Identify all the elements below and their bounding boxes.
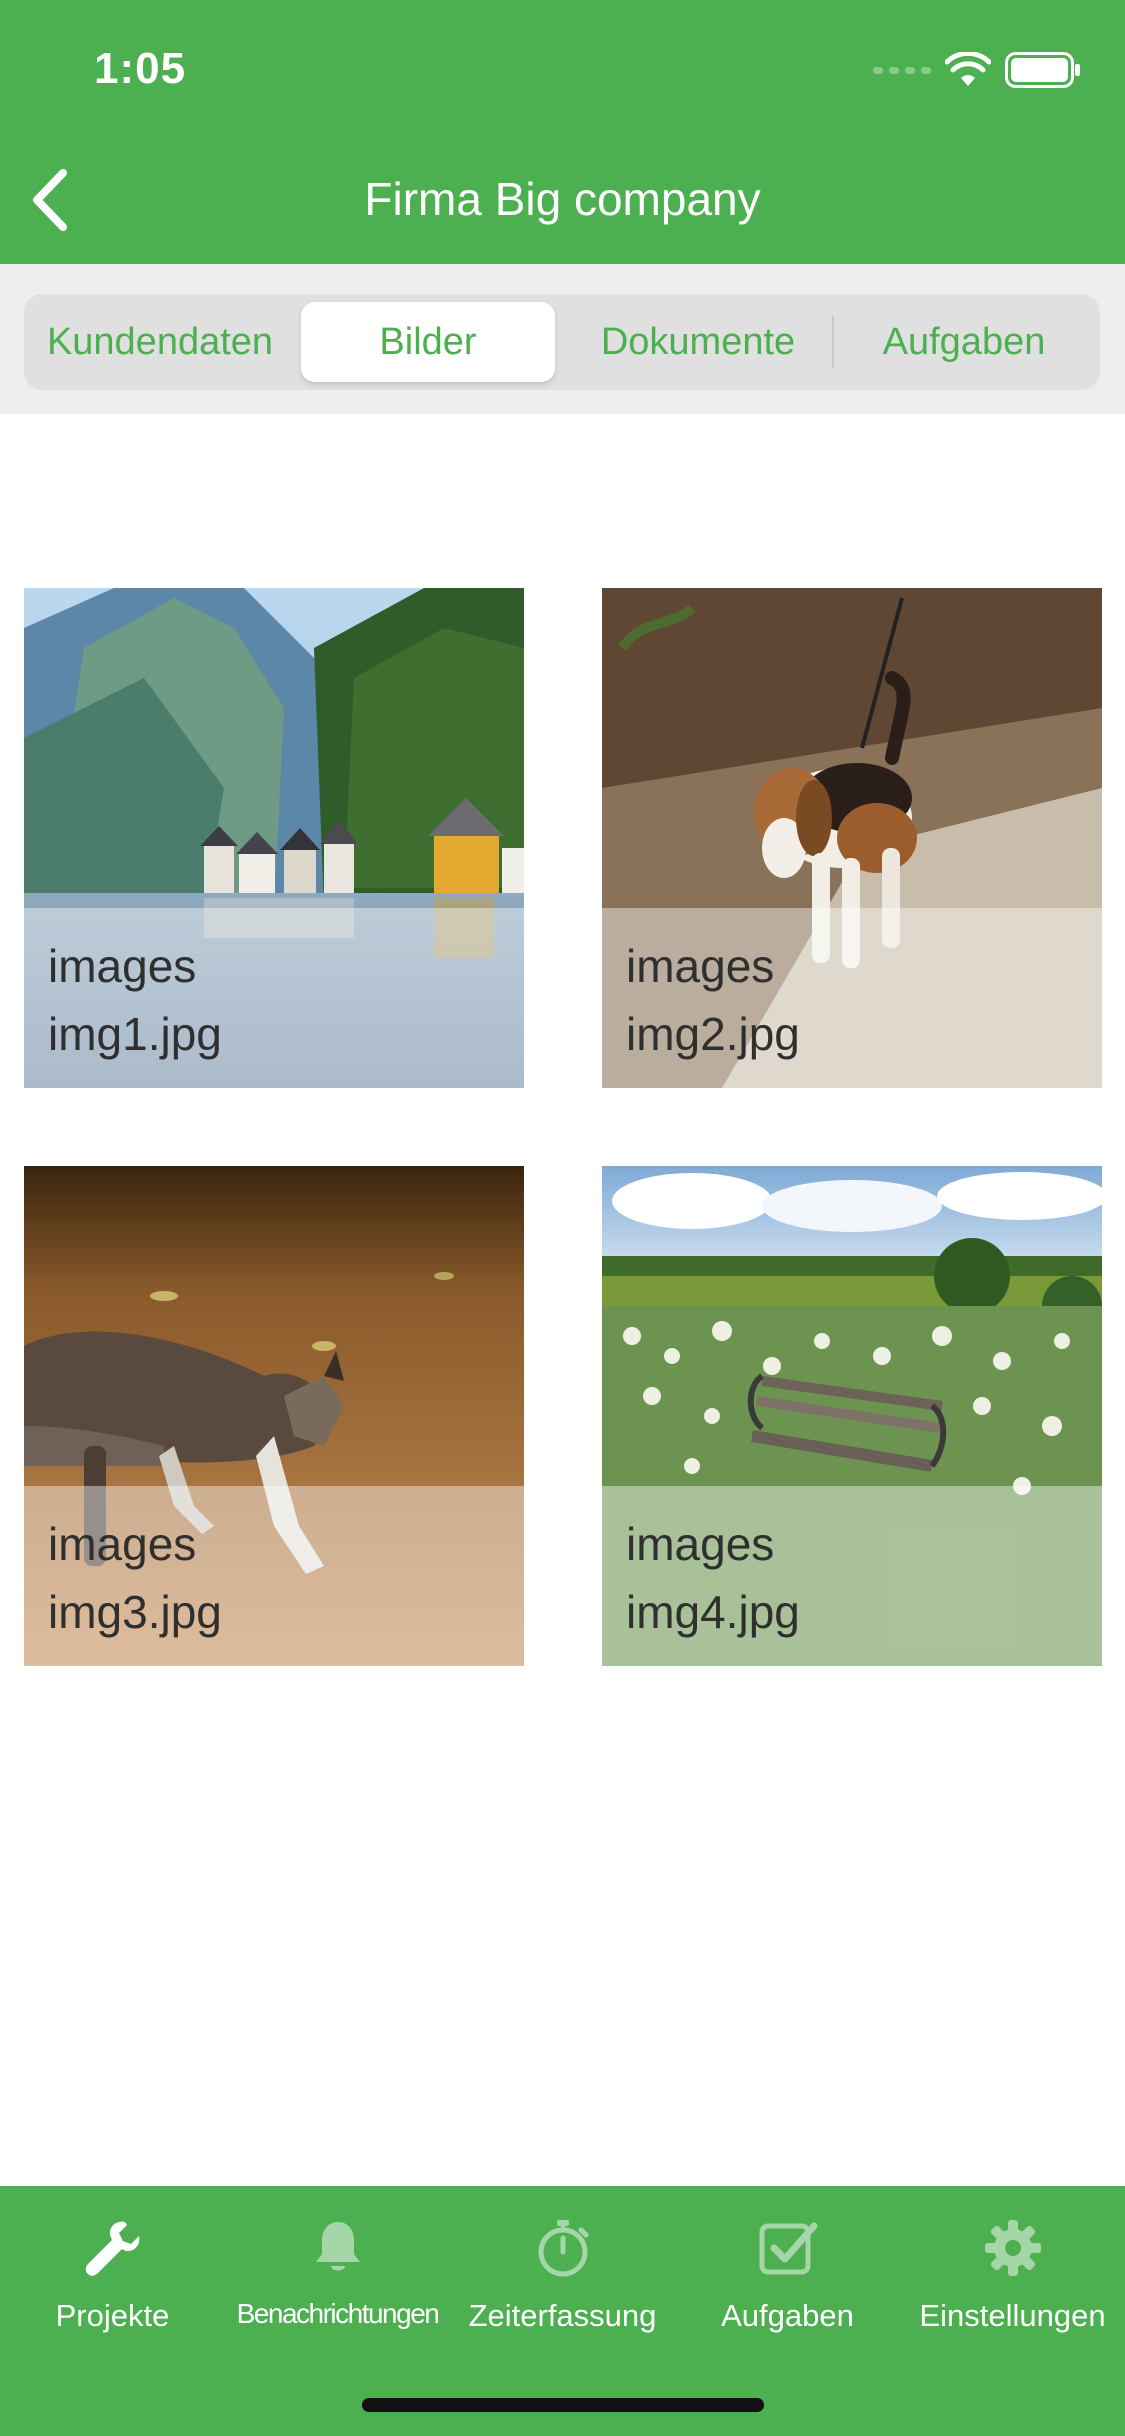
- segment-aufgaben[interactable]: Aufgaben: [836, 302, 1092, 382]
- segmented-control: Kundendaten Bilder Dokumente Aufgaben: [24, 294, 1100, 390]
- image-folder: images: [48, 1518, 197, 1570]
- tab-einstellungen[interactable]: Einstellungen: [900, 2206, 1125, 2356]
- image-filename: img1.jpg: [48, 1008, 222, 1060]
- tab-label: Benachrichtungen: [236, 2298, 440, 2329]
- checkbox-icon: [759, 2222, 817, 2275]
- gallery-item-img3[interactable]: images img3.jpg: [24, 1166, 524, 1666]
- segment-divider: [832, 316, 834, 368]
- tab-label: Aufgaben: [721, 2298, 854, 2333]
- tab-aufgaben[interactable]: Aufgaben: [675, 2206, 900, 2356]
- status-icons: [873, 50, 1081, 90]
- home-indicator: [362, 2398, 764, 2412]
- tab-projekte[interactable]: Projekte: [0, 2206, 225, 2356]
- cellular-signal-icon: [873, 66, 931, 74]
- image-caption: images img2.jpg: [602, 908, 1102, 1088]
- image-filename: img4.jpg: [626, 1586, 800, 1638]
- gallery-item-img1[interactable]: images img1.jpg: [24, 588, 524, 1088]
- stopwatch-icon: [538, 2220, 588, 2277]
- image-caption: images img3.jpg: [24, 1486, 524, 1666]
- segment-bilder[interactable]: Bilder: [301, 302, 555, 382]
- tab-label: Einstellungen: [919, 2298, 1106, 2333]
- image-filename: img3.jpg: [48, 1586, 222, 1638]
- segment-kundendaten[interactable]: Kundendaten: [32, 302, 288, 382]
- wifi-icon: [945, 52, 991, 86]
- image-caption: images img4.jpg: [602, 1486, 1102, 1666]
- bell-icon: [315, 2222, 360, 2271]
- status-time: 1:05: [94, 44, 187, 93]
- battery-icon: [1005, 52, 1080, 88]
- page-title: Firma Big company: [364, 173, 761, 225]
- gallery-item-img2[interactable]: images img2.jpg: [602, 588, 1102, 1088]
- segment-bar: Kundendaten Bilder Dokumente Aufgaben: [0, 264, 1125, 414]
- wrench-icon: [85, 2221, 139, 2276]
- app-header: 1:05 Firma Big company: [0, 0, 1125, 264]
- image-folder: images: [48, 940, 197, 992]
- tab-benachrichtungen[interactable]: Benachrichtungen: [225, 2206, 450, 2356]
- image-folder: images: [626, 940, 775, 992]
- image-caption: images img1.jpg: [24, 908, 524, 1088]
- tab-label: Projekte: [55, 2298, 170, 2333]
- image-filename: img2.jpg: [626, 1008, 800, 1060]
- gallery-item-img4[interactable]: images img4.jpg: [602, 1166, 1102, 1666]
- tab-label: Zeiterfassung: [468, 2298, 657, 2333]
- tab-zeiterfassung[interactable]: Zeiterfassung: [450, 2206, 675, 2356]
- segment-dokumente[interactable]: Dokumente: [568, 302, 828, 382]
- image-folder: images: [626, 1518, 775, 1570]
- gear-icon: [984, 2220, 1041, 2276]
